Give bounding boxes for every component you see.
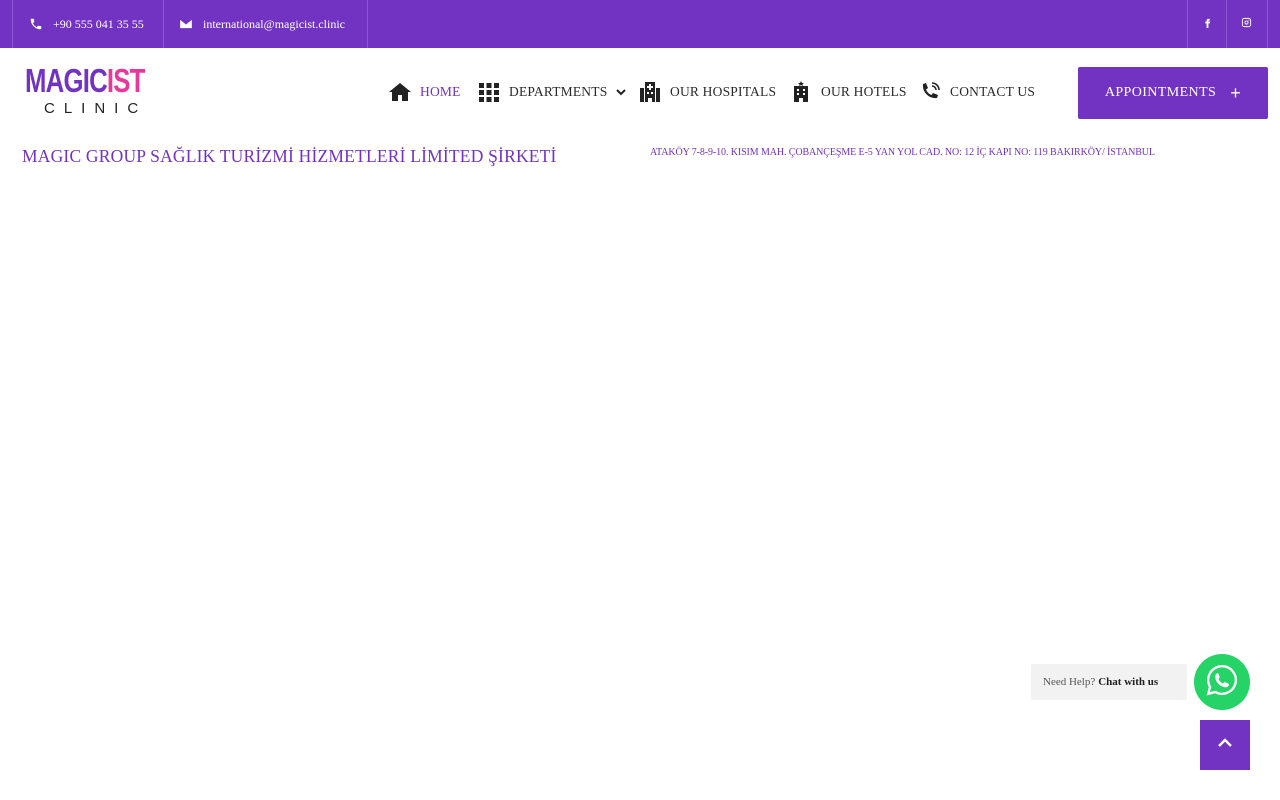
phone-contact[interactable]: +90 555 041 35 55 <box>12 0 164 48</box>
nav-departments-label: DEPARTMENTS <box>509 84 608 99</box>
scroll-to-top-button[interactable] <box>1200 720 1250 770</box>
logo-part-ist: IST <box>106 62 145 99</box>
nav-departments[interactable]: DEPARTMENTS <box>477 76 627 108</box>
nav-contact-us-label: CONTACT US <box>950 84 1036 99</box>
whatsapp-icon <box>1205 663 1239 701</box>
top-bar: +90 555 041 35 55 international@magicist… <box>0 0 1280 48</box>
logo-wordmark: MAGIC IST <box>25 62 145 99</box>
instagram-icon <box>1241 17 1252 32</box>
nav-our-hotels[interactable]: OUR HOTELS <box>789 76 907 108</box>
phone-ringing-icon <box>918 80 942 104</box>
logo-part-magic: MAGIC <box>25 62 108 99</box>
nav-our-hospitals-label: OUR HOSPITALS <box>670 84 777 99</box>
hotel-icon <box>789 80 813 104</box>
phone-icon <box>29 17 43 31</box>
site-logo[interactable]: MAGIC IST CLINIC <box>25 62 145 120</box>
facebook-link[interactable] <box>1187 0 1227 48</box>
whatsapp-help-bubble[interactable]: Need Help? Chat with us <box>1031 664 1187 700</box>
appointments-label: APPOINTMENTS <box>1104 85 1217 100</box>
chevron-down-icon <box>615 86 627 98</box>
hospital-icon <box>638 80 662 104</box>
chevron-up-icon <box>1216 734 1234 756</box>
need-help-text: Need Help? <box>1043 676 1096 688</box>
instagram-link[interactable] <box>1226 0 1268 48</box>
email-address: international@magicist.clinic <box>203 16 346 31</box>
plus-icon: + <box>1230 83 1242 103</box>
grid-icon <box>477 80 501 104</box>
whatsapp-button[interactable] <box>1194 654 1250 710</box>
facebook-icon <box>1202 17 1213 32</box>
envelope-icon <box>179 17 193 31</box>
chat-with-us-text: Chat with us <box>1098 676 1159 688</box>
logo-subtitle: CLINIC <box>44 100 148 117</box>
home-icon <box>388 80 412 104</box>
nav-our-hotels-label: OUR HOTELS <box>821 84 907 99</box>
nav-home-label: HOME <box>420 84 461 99</box>
nav-our-hospitals[interactable]: OUR HOSPITALS <box>638 76 776 108</box>
phone-number: +90 555 041 35 55 <box>53 16 144 31</box>
email-contact[interactable]: international@magicist.clinic <box>163 0 368 48</box>
company-address: ATAKÖY 7-8-9-10. KISIM MAH. ÇOBANÇEŞME E… <box>650 147 1155 158</box>
company-name: MAGIC GROUP SAĞLIK TURİZMİ HİZMETLERİ Lİ… <box>22 146 557 166</box>
nav-contact-us[interactable]: CONTACT US <box>918 76 1035 108</box>
nav-home[interactable]: HOME <box>388 76 461 108</box>
appointments-button[interactable]: APPOINTMENTS + <box>1078 67 1268 119</box>
